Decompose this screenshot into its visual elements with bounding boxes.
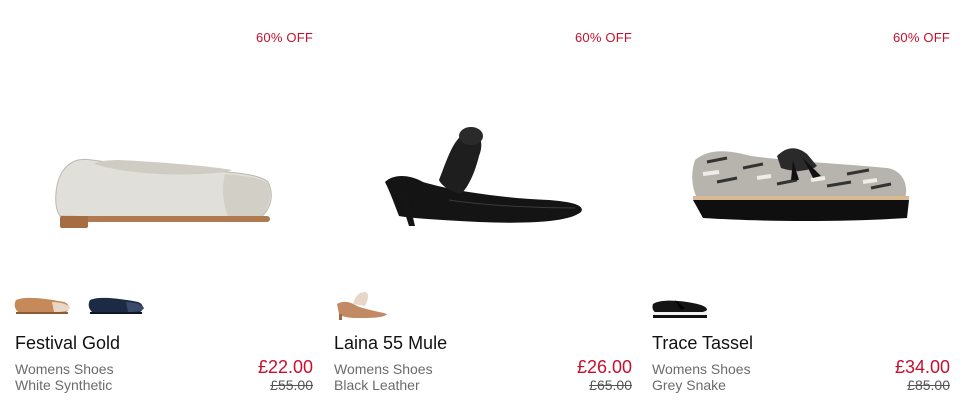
- color-swatches: [647, 284, 711, 324]
- product-category: Womens Shoes: [334, 361, 433, 377]
- product-name[interactable]: Festival Gold: [15, 333, 120, 354]
- discount-badge: 60% OFF: [892, 30, 950, 45]
- product-card[interactable]: 60% OFF Festival Gold Womens Shoes White…: [10, 0, 315, 400]
- original-price: £55.00: [270, 377, 313, 393]
- black-loafer-swatch[interactable]: [647, 284, 711, 324]
- discount-badge: 60% OFF: [574, 30, 632, 45]
- product-card[interactable]: 60% OFF Trace Tassel Womens Shoes Grey S…: [647, 0, 952, 400]
- ballet-flat-shoe-image[interactable]: [10, 90, 315, 270]
- sale-price: £22.00: [257, 357, 313, 377]
- color-swatches: [329, 284, 393, 324]
- color-swatches: [10, 284, 148, 324]
- discount-badge: 60% OFF: [255, 30, 313, 45]
- product-material: Black Leather: [334, 377, 420, 393]
- sale-price: £34.00: [894, 357, 950, 377]
- tassel-loafer-shoe-image[interactable]: [647, 90, 952, 270]
- original-price: £85.00: [907, 377, 950, 393]
- mule-heel-shoe-image[interactable]: [329, 90, 634, 270]
- product-name[interactable]: Laina 55 Mule: [334, 333, 447, 354]
- product-material: Grey Snake: [652, 377, 726, 393]
- tan-mule-swatch[interactable]: [329, 284, 393, 324]
- sale-price: £26.00: [576, 357, 632, 377]
- product-grid: 60% OFF Festival Gold Womens Shoes White…: [0, 0, 965, 400]
- original-price: £65.00: [589, 377, 632, 393]
- product-category: Womens Shoes: [652, 361, 751, 377]
- product-name[interactable]: Trace Tassel: [652, 333, 753, 354]
- navy-flat-swatch[interactable]: [84, 284, 148, 324]
- product-material: White Synthetic: [15, 377, 113, 393]
- tan-flat-swatch[interactable]: [10, 284, 74, 324]
- product-category: Womens Shoes: [15, 361, 114, 377]
- product-card[interactable]: 60% OFF Laina 55 Mule Womens Shoes Black…: [329, 0, 634, 400]
